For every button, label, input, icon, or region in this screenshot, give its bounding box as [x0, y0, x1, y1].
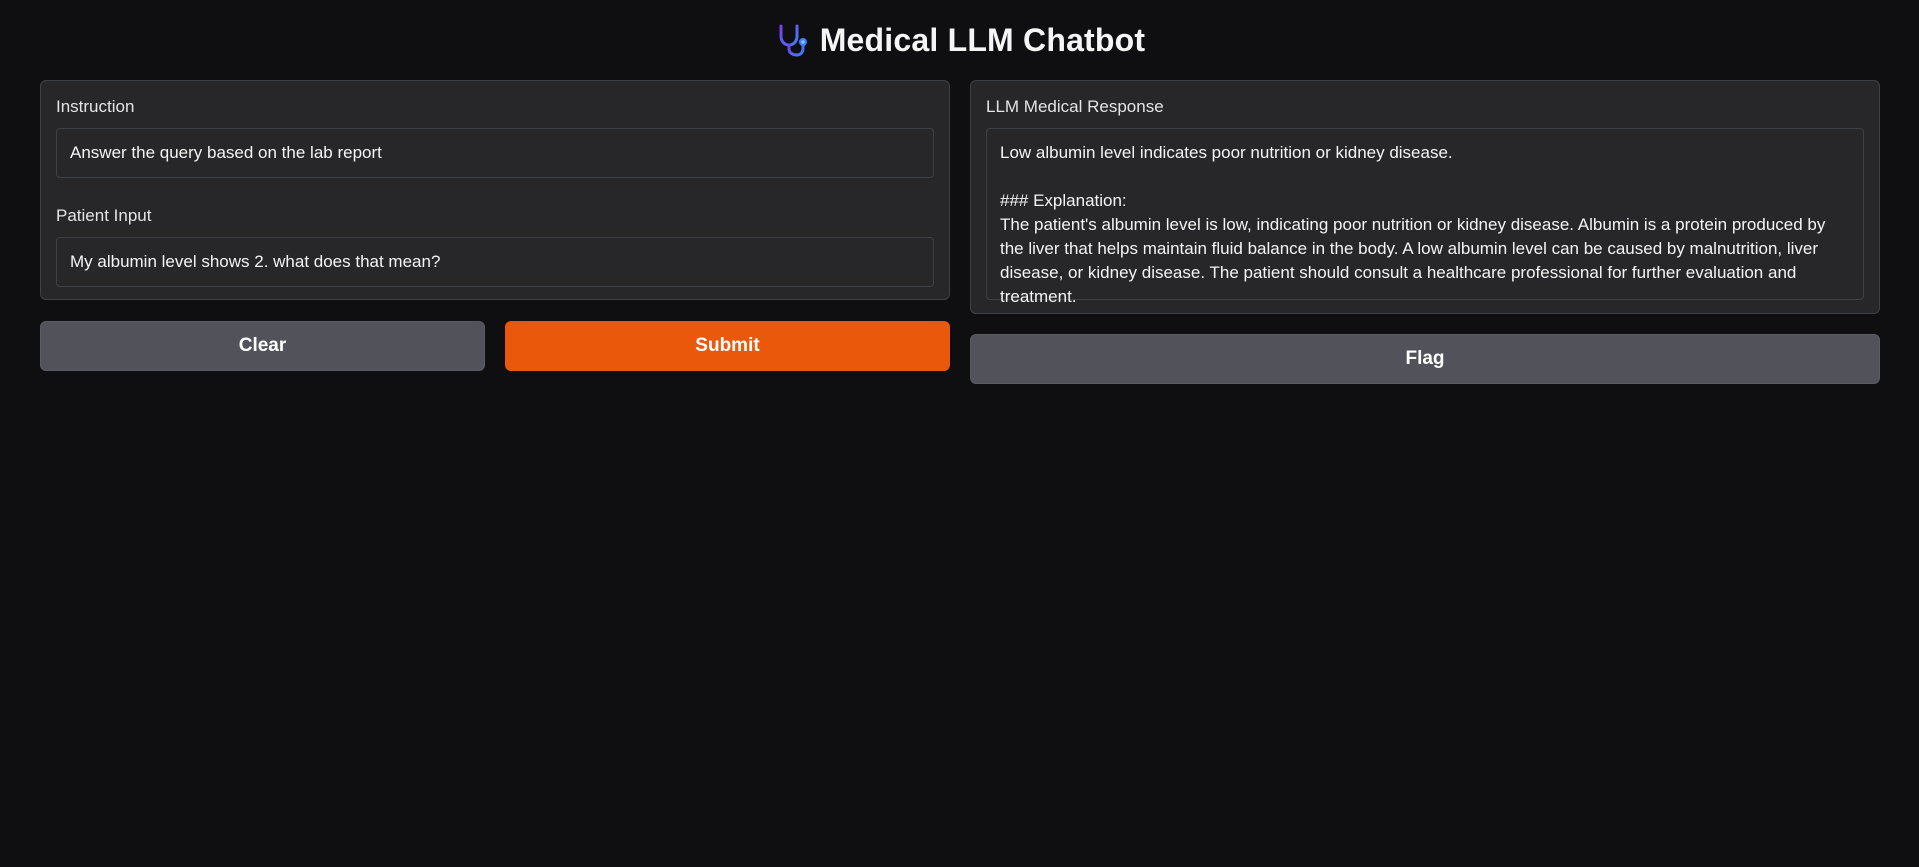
- response-field[interactable]: Low albumin level indicates poor nutriti…: [986, 128, 1864, 306]
- instruction-label: Instruction: [56, 97, 135, 116]
- input-panel: Instruction Answer the query based on th…: [40, 80, 950, 300]
- flag-button[interactable]: Flag: [970, 334, 1880, 384]
- stethoscope-icon: [774, 22, 810, 58]
- page-title: Medical LLM Chatbot: [819, 21, 1146, 58]
- submit-button[interactable]: Submit: [505, 321, 950, 371]
- patient-input-label: Patient Input: [56, 206, 152, 225]
- instruction-field[interactable]: Answer the query based on the lab report: [56, 128, 934, 178]
- patient-input-field[interactable]: My albumin level shows 2. what does that…: [56, 237, 934, 287]
- header: Medical LLM Chatbot: [0, 16, 1919, 64]
- clear-button[interactable]: Clear: [40, 321, 485, 371]
- response-label: LLM Medical Response: [986, 97, 1164, 116]
- output-panel: LLM Medical Response Low albumin level i…: [970, 80, 1880, 314]
- app-root: Medical LLM Chatbot Instruction Answer t…: [0, 0, 1919, 867]
